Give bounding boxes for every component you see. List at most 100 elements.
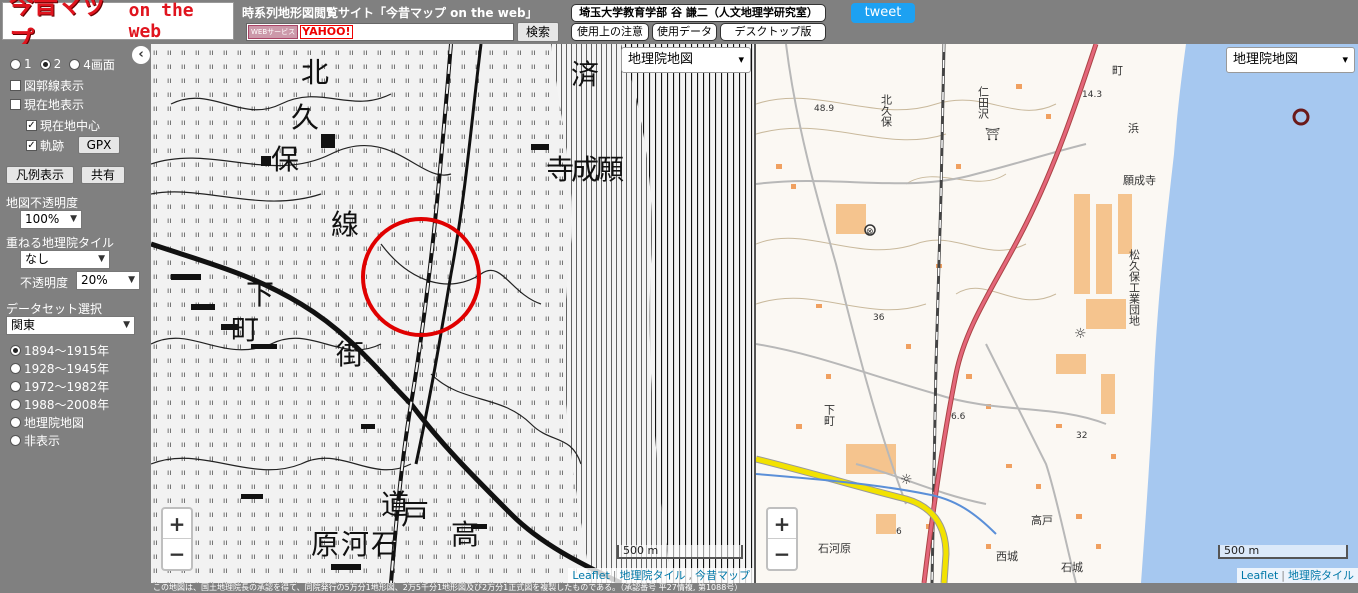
overlay-opacity-value: 20%: [81, 273, 108, 287]
show-location-toggle[interactable]: 現在地表示: [10, 96, 84, 112]
map-label: 西城: [996, 550, 1018, 563]
data-used-link[interactable]: 使用データ: [652, 23, 717, 41]
zoom-out-button[interactable]: −: [163, 539, 191, 569]
zoom-in-button[interactable]: +: [163, 509, 191, 539]
show-location-checkbox[interactable]: [10, 98, 21, 110]
map-label: 下: [246, 278, 274, 311]
map-label: 街: [336, 338, 364, 371]
map-label: 久: [291, 101, 319, 134]
era-option[interactable]: 1894～1915年: [10, 342, 109, 358]
desktop-version-link[interactable]: デスクトップ版: [720, 23, 826, 41]
right-scale-bar: 500 m: [1218, 545, 1348, 559]
overlay-value: なし: [25, 252, 50, 266]
sidebar: ‹ 1 2 4画面 図郭線表示 現在地表示 ✓ 現在地中心 ✓ 軌跡 GPX 凡…: [0, 44, 151, 593]
zoom-in-button[interactable]: +: [768, 509, 796, 539]
elevation-label: 48.9: [814, 104, 834, 114]
chevron-down-icon: ▼: [123, 320, 130, 330]
map-label: 願成寺: [1123, 174, 1156, 187]
opacity-select[interactable]: 100% ▼: [20, 210, 82, 229]
elevation-label: 6.6: [951, 412, 966, 422]
usage-notes-link[interactable]: 使用上の注意: [571, 23, 649, 41]
elevation-label: 32: [1076, 431, 1087, 441]
historical-map-canvas[interactable]: ıı: [151, 44, 754, 583]
chevron-down-icon: ▾: [1342, 53, 1348, 66]
era-label: 1988～2008年: [24, 397, 110, 412]
search-input[interactable]: WEBサービス YAHOO!: [246, 23, 514, 41]
collapse-sidebar-icon[interactable]: ‹: [132, 46, 150, 64]
map-label: 高: [451, 518, 479, 551]
map-label: 下町: [823, 404, 836, 426]
overlay-opacity-label: 不透明度: [20, 276, 69, 290]
era-option[interactable]: 1928～1945年: [10, 360, 109, 376]
right-attribution: Leaflet | 地理院タイル: [1236, 568, 1358, 583]
gpx-button[interactable]: GPX: [78, 136, 120, 154]
web-service-badge: WEBサービス: [248, 25, 299, 39]
screen-radio-1[interactable]: [10, 58, 21, 70]
map-label: 石城: [1061, 561, 1083, 574]
map-label: 保: [271, 143, 299, 176]
map-label: 河: [341, 528, 369, 561]
overlay-opacity-select[interactable]: 20% ▼: [76, 271, 140, 290]
era-option[interactable]: 1988～2008年: [10, 396, 109, 412]
screen-radio-4[interactable]: [69, 58, 81, 70]
yahoo-logo: YAHOO!: [300, 25, 353, 39]
right-zoom-control: + −: [766, 507, 798, 571]
share-button[interactable]: 共有: [81, 166, 125, 184]
map-label: 願: [596, 153, 624, 186]
grid-lines-checkbox[interactable]: [10, 79, 21, 91]
era-radio[interactable]: [10, 344, 21, 356]
copyright-note: この地図は、国土地理院長の承認を得て、同院発行の5万分1地形図、2万5千分1地形…: [151, 583, 1358, 593]
search-button[interactable]: 検索: [517, 22, 559, 42]
overlay-label: 重ねる地理院タイル: [6, 236, 115, 250]
modern-map-canvas[interactable]: 北久保 仁田沢 町 浜 願成寺 松久保工業団地 下町 高戸 石河原 西城 石城 …: [756, 44, 1358, 583]
map-label: 仁田沢: [977, 86, 990, 120]
era-radio[interactable]: [10, 434, 21, 446]
elevation-label: 36: [873, 313, 885, 323]
grid-lines-label: 図郭線表示: [24, 78, 85, 93]
center-location-toggle[interactable]: ✓ 現在地中心: [26, 117, 100, 133]
left-map-layer-value: 地理院地図: [628, 52, 694, 67]
right-map-layer-select[interactable]: 地理院地図 ▾: [1226, 47, 1355, 73]
track-toggle[interactable]: ✓ 軌跡: [26, 137, 64, 153]
modern-map-pane[interactable]: 北久保 仁田沢 町 浜 願成寺 松久保工業団地 下町 高戸 石河原 西城 石城 …: [756, 44, 1358, 583]
yahoo-search-brand: WEBサービス YAHOO!: [248, 25, 354, 39]
map-label: 町: [231, 313, 259, 346]
grid-lines-toggle[interactable]: 図郭線表示: [10, 77, 84, 93]
zoom-out-button[interactable]: −: [768, 539, 796, 569]
era-radio[interactable]: [10, 416, 21, 428]
chevron-down-icon: ▼: [98, 254, 105, 264]
elevation-label: 6: [896, 527, 902, 537]
svg-text:☼: ☼: [900, 472, 913, 488]
legend-button[interactable]: 凡例表示: [6, 166, 74, 184]
era-label: 1928～1945年: [24, 361, 110, 376]
center-location-checkbox[interactable]: ✓: [26, 119, 37, 131]
era-option[interactable]: 非表示: [10, 432, 60, 448]
screen-radio-2[interactable]: [39, 58, 51, 70]
gsi-tiles-link[interactable]: 地理院タイル: [1288, 569, 1354, 582]
map-label: 町: [1112, 64, 1123, 77]
dataset-value: 関東: [11, 318, 36, 332]
svg-text:⊗: ⊗: [866, 227, 874, 237]
historical-map-pane[interactable]: ıı: [151, 44, 754, 583]
overlay-select[interactable]: なし ▼: [20, 250, 110, 269]
map-label: 成: [571, 153, 599, 186]
leaflet-link[interactable]: Leaflet: [572, 569, 609, 582]
era-radio[interactable]: [10, 398, 21, 410]
konjaku-link[interactable]: 今昔マップ: [695, 569, 750, 582]
era-radio[interactable]: [10, 380, 21, 392]
leaflet-link[interactable]: Leaflet: [1241, 569, 1278, 582]
left-map-layer-select[interactable]: 地理院地図 ▾: [621, 47, 751, 73]
site-logo[interactable]: 今昔マップ on the web: [2, 0, 234, 55]
era-option[interactable]: 地理院地図: [10, 414, 84, 430]
left-scale-bar: 500 m: [617, 545, 743, 559]
gsi-tiles-link[interactable]: 地理院タイル: [620, 569, 686, 582]
dataset-select[interactable]: 関東 ▼: [6, 316, 135, 335]
tweet-button[interactable]: tweet: [851, 3, 915, 23]
author-link[interactable]: 埼玉大学教育学部 谷 謙二（人文地理学研究室）: [571, 4, 826, 22]
era-radio[interactable]: [10, 362, 21, 374]
track-checkbox[interactable]: ✓: [26, 139, 37, 151]
left-zoom-control: + −: [161, 507, 193, 571]
screen-label-1: 1: [24, 57, 32, 71]
era-option[interactable]: 1972～1982年: [10, 378, 109, 394]
site-title: 時系列地形図閲覧サイト「今昔マップ on the web」: [242, 6, 538, 20]
